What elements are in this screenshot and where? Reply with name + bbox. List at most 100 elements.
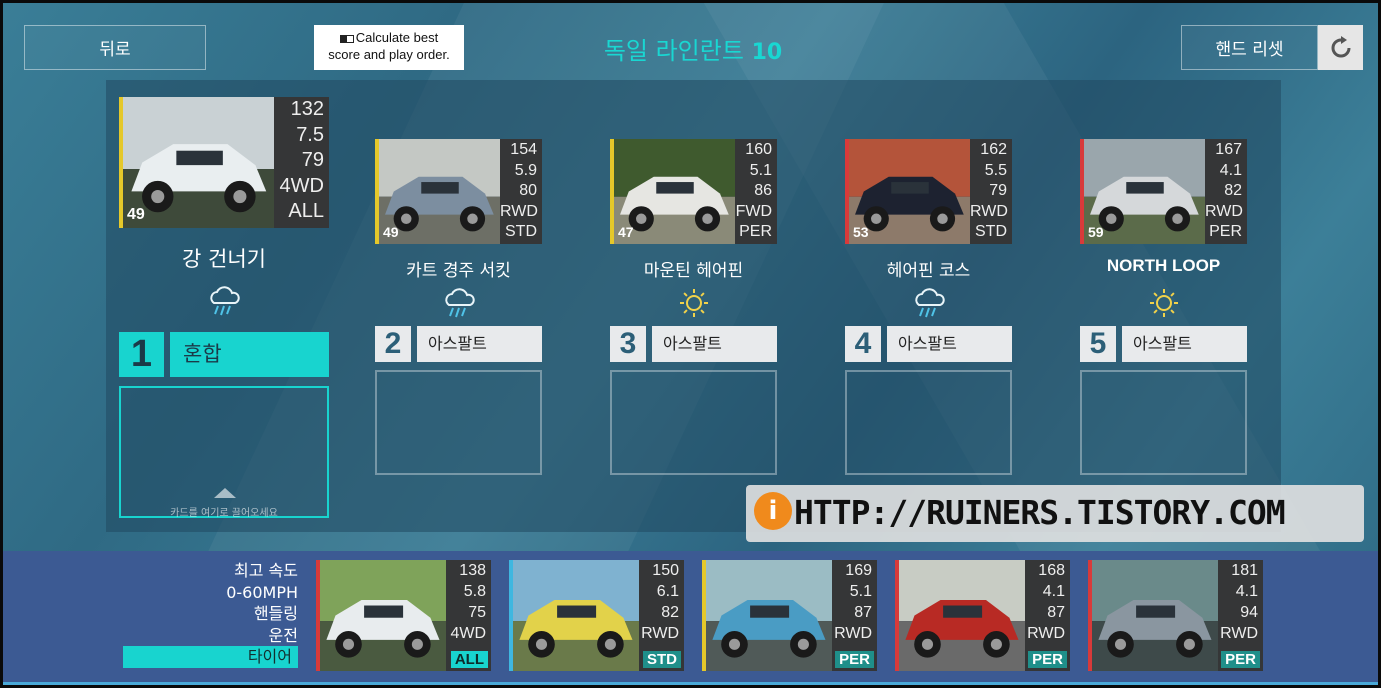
event-surface: 아스팔트 (1122, 326, 1247, 362)
car-stats: 160 5.1 86 FWD PER (735, 139, 777, 244)
event-car-card[interactable]: 160 5.1 86 FWD PER 47 (610, 139, 777, 244)
car-stat-value: 4WD (450, 625, 486, 642)
event-surface: 혼합 (170, 332, 329, 377)
car-stat-value: 132 (290, 98, 324, 120)
event-car-card[interactable]: 162 5.5 79 RWD STD 53 (845, 139, 1012, 244)
hand-car-card[interactable]: 181 4.1 94 RWD PER (1088, 560, 1263, 671)
legend-top-speed: 최고 속도 (234, 561, 298, 580)
sun-icon (679, 289, 708, 317)
car-stats: 154 5.9 80 RWD STD (500, 139, 542, 244)
car-stat-value: 75 (468, 604, 486, 621)
car-stat-value: RWD (1220, 625, 1258, 642)
tire-badge: ALL (450, 651, 488, 668)
hand-car-card[interactable]: 138 5.8 75 4WD ALL (316, 560, 491, 671)
car-stat-value: 162 (980, 141, 1007, 158)
legend-tires[interactable]: 타이어 (123, 646, 298, 668)
calculate-best-button[interactable]: Calculate best score and play order. (314, 25, 464, 70)
car-stat-value: 7.5 (296, 123, 324, 146)
refresh-icon (1331, 35, 1350, 57)
car-stat-value: 4.1 (1219, 161, 1242, 179)
rarity-stripe (702, 560, 706, 671)
car-stat-value: 5.8 (463, 583, 486, 600)
watermark-logo: i (754, 492, 792, 530)
rarity-stripe (375, 139, 379, 244)
car-stat-value: 4WD (279, 174, 324, 197)
tire-badge: PER (1221, 651, 1260, 668)
event-slot-number: 3 (610, 326, 646, 362)
rain-cloud-icon (914, 288, 945, 318)
legend-handling: 핸들링 (253, 604, 298, 623)
card-drop-zone[interactable] (1080, 370, 1247, 475)
event-car-card[interactable]: 154 5.9 80 RWD STD 49 (375, 139, 542, 244)
hand-car-card[interactable]: 169 5.1 87 RWD PER (702, 560, 877, 671)
car-stat-value: ALL (288, 200, 324, 222)
car-stat-value: 82 (661, 604, 679, 621)
car-photo-wrap (895, 560, 1025, 671)
hand-reset-button[interactable]: 핸드 리셋 (1181, 25, 1318, 70)
car-stat-value: RWD (641, 625, 679, 642)
car-rating: 49 (127, 206, 145, 223)
car-stat-value: 79 (989, 182, 1007, 199)
watermark-text: HTTP://RUINERS.TISTORY.COM (794, 493, 1286, 532)
tire-badge: PER (835, 651, 874, 668)
card-drop-zone[interactable] (845, 370, 1012, 475)
event-car-card[interactable]: 167 4.1 82 RWD PER 59 (1080, 139, 1247, 244)
hand-car-card[interactable]: 168 4.1 87 RWD PER (895, 560, 1070, 671)
car-stat-value: 181 (1231, 562, 1258, 579)
event-name: NORTH LOOP (1106, 256, 1221, 275)
card-drop-zone[interactable] (375, 370, 542, 475)
car-photo-wrap (316, 560, 446, 671)
car-stat-value: 4.1 (1042, 583, 1065, 600)
tire-badge: PER (1028, 651, 1067, 668)
car-stats: 132 7.5 79 4WD ALL (274, 97, 329, 228)
event-slot-number: 5 (1080, 326, 1116, 362)
card-drop-zone[interactable]: 카드를 여기로 끌어오세요 (119, 386, 329, 519)
car-stats: 167 4.1 82 RWD PER (1205, 139, 1247, 244)
sun-icon (1149, 289, 1178, 317)
car-rating: 59 (1088, 224, 1104, 240)
card-drop-zone[interactable] (610, 370, 777, 475)
car-stat-value: 5.1 (749, 161, 772, 179)
rarity-stripe (509, 560, 513, 671)
car-rating: 47 (618, 224, 634, 240)
calc-label-line2: score and play order. (328, 47, 450, 62)
weather-indicator (1080, 287, 1247, 323)
car-stat-value: 87 (1047, 604, 1065, 621)
car-stat-value: 94 (1240, 604, 1258, 621)
legend-drive: 운전 (268, 625, 298, 645)
weather-indicator (119, 285, 329, 321)
car-photo-wrap (702, 560, 832, 671)
event-slot-number: 1 (119, 332, 164, 377)
reset-icon-button[interactable] (1318, 25, 1363, 70)
car-photo (895, 560, 1025, 671)
car-stat-value: 169 (845, 562, 872, 579)
car-stat-value: RWD (500, 202, 538, 220)
car-stat-value: 86 (754, 182, 772, 199)
event-slot-number: 2 (375, 326, 411, 362)
car-stat-value: 6.1 (656, 583, 679, 600)
car-photo (702, 560, 832, 671)
event-car-card[interactable]: 132 7.5 79 4WD ALL 49 (119, 97, 329, 228)
event-name: 마운틴 헤어핀 (643, 261, 744, 281)
title-text: 독일 라인란트 (603, 37, 744, 65)
event-surface: 아스팔트 (652, 326, 777, 362)
title-number: 10 (751, 40, 783, 65)
back-button[interactable]: 뒤로 (24, 25, 206, 70)
game-screen: 뒤로 Calculate best score and play order. … (0, 0, 1381, 688)
car-photo (1088, 560, 1218, 671)
rarity-stripe (895, 560, 899, 671)
event-surface: 아스팔트 (887, 326, 1012, 362)
car-stat-value: RWD (1027, 625, 1065, 642)
rarity-stripe (119, 97, 123, 228)
car-rating: 49 (383, 224, 399, 240)
car-stat-value: 4.1 (1235, 583, 1258, 600)
car-photo-wrap (1088, 560, 1218, 671)
weather-indicator (375, 287, 542, 323)
rain-cloud-icon (444, 288, 475, 318)
rarity-stripe (610, 139, 614, 244)
car-stat-value: 87 (854, 604, 872, 621)
car-stat-value: FWD (735, 202, 772, 220)
hand-car-card[interactable]: 150 6.1 82 RWD STD (509, 560, 684, 671)
watermark: i HTTP://RUINERS.TISTORY.COM (746, 485, 1364, 542)
car-stat-value: 79 (301, 149, 324, 171)
